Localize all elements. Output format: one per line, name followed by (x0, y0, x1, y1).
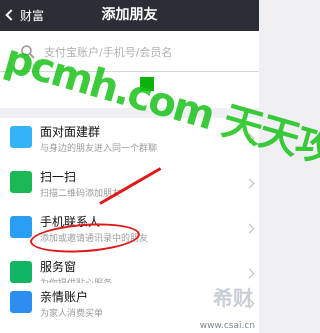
item-label: 面对面建群 (40, 125, 101, 139)
item-label: 服务窗 (40, 260, 77, 274)
qr-code-icon[interactable] (140, 77, 154, 91)
item-subtitle: 为家人消费买单 (40, 309, 104, 319)
scan-icon (10, 171, 32, 193)
item-subtitle: 与身边的朋友进入同一个群聊 (40, 144, 158, 154)
phone-icon (10, 216, 32, 238)
search-bar: 支付宝账户/手机号/会员名 (0, 31, 259, 72)
chevron-right-icon (244, 268, 255, 279)
chevron-right-icon (244, 223, 255, 234)
family-icon (10, 291, 32, 313)
page-title: 添加朋友 (101, 7, 158, 23)
list-item-face-to-face-group[interactable]: 面对面建群 与身边的朋友进入同一个群聊 (0, 118, 259, 168)
item-label: 扫一扫 (40, 170, 77, 184)
chevron-right-icon (244, 133, 255, 144)
item-label: 亲情账户 (40, 290, 89, 304)
my-account-row[interactable] (0, 72, 259, 108)
service-window-icon (10, 261, 32, 283)
group-icon (10, 126, 32, 148)
search-icon (21, 45, 35, 59)
search-input[interactable]: 支付宝账户/手机号/会员名 (8, 40, 249, 64)
search-placeholder: 支付宝账户/手机号/会员名 (44, 46, 173, 59)
chevron-right-icon (244, 178, 255, 189)
corner-logo-text: 希财 (213, 286, 253, 310)
corner-url: www.csai.cn (199, 321, 255, 331)
header-bar: 财富 添加朋友 (0, 0, 259, 31)
